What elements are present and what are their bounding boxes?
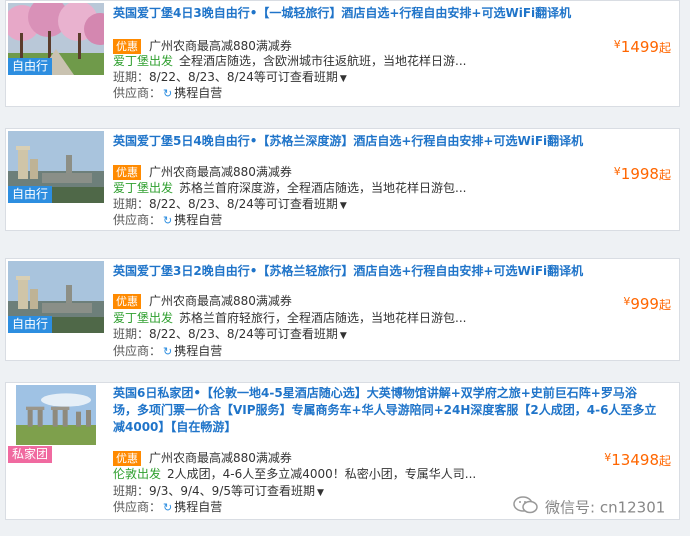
promo-text: 广州农商最高减880满减券 <box>149 294 292 308</box>
ctrip-logo-icon: ↻ <box>163 501 173 514</box>
price-suffix: 起 <box>658 298 671 312</box>
ctrip-logo-icon: ↻ <box>163 87 173 100</box>
listing-description: 苏格兰首府轻旅行，全程酒店随选，当地花样日游包... <box>179 311 467 325</box>
dates-dropdown[interactable]: 8/22、8/23、8/24等可订查看班期 <box>149 197 338 211</box>
promo-badge: 优惠 <box>113 451 141 466</box>
departure-city: 爱丁堡出发 <box>113 181 174 195</box>
supplier-name: 携程自营 <box>174 500 223 514</box>
promo-text: 广州农商最高减880满减券 <box>149 451 292 465</box>
price[interactable]: ¥1998起 <box>614 165 671 183</box>
listing-thumbnail[interactable]: 自由行 <box>8 261 104 333</box>
tag-free-travel: 自由行 <box>8 316 53 333</box>
price-currency: ¥ <box>613 165 621 178</box>
supplier-label: 供应商： <box>113 344 162 358</box>
dates-dropdown[interactable]: 8/22、8/23、8/24等可订查看班期 <box>149 327 338 341</box>
promo-text: 广州农商最高减880满减券 <box>149 39 292 53</box>
dates-label: 班期： <box>113 70 150 84</box>
caret-down-icon[interactable]: ▼ <box>340 201 347 211</box>
listing-thumbnail[interactable]: 私家团 <box>8 385 104 471</box>
price-suffix: 起 <box>658 168 671 182</box>
tag-free-travel: 自由行 <box>8 58 53 75</box>
price-suffix: 起 <box>658 41 671 55</box>
departure-city: 爱丁堡出发 <box>113 54 174 68</box>
supplier-name: 携程自营 <box>174 213 223 227</box>
listing-thumbnail[interactable]: 自由行 <box>8 131 104 203</box>
wechat-icon <box>513 495 539 521</box>
supplier-label: 供应商： <box>113 500 162 514</box>
supplier-name: 携程自营 <box>174 344 223 358</box>
price-value: 999 <box>630 295 659 313</box>
price-value: 13498 <box>611 451 659 469</box>
listing-title[interactable]: 英国爱丁堡4日3晚自由行•【一城轻旅行】酒店自选+行程自由安排+可选WiFi翻译… <box>113 5 659 22</box>
departure-city: 伦敦出发 <box>113 467 162 481</box>
dates-label: 班期： <box>113 327 150 341</box>
dates-label: 班期： <box>113 484 150 498</box>
ctrip-logo-icon: ↻ <box>163 214 173 227</box>
listing-description: 苏格兰首府深度游，全程酒店随选，当地花样日游包... <box>179 181 467 195</box>
promo-text: 广州农商最高减880满减券 <box>149 165 292 179</box>
promo-badge: 优惠 <box>113 294 141 309</box>
listing-title[interactable]: 英国6日私家团•【伦敦一地4-5星酒店随心选】大英博物馆讲解+双学府之旅+史前巨… <box>113 385 659 436</box>
supplier-label: 供应商： <box>113 213 162 227</box>
listing-description: 全程酒店随选，含欧洲城市往返航班，当地花样日游... <box>179 54 467 68</box>
dates-label: 班期： <box>113 197 150 211</box>
listing-card[interactable]: 自由行 英国爱丁堡4日3晚自由行•【一城轻旅行】酒店自选+行程自由安排+可选Wi… <box>5 0 680 107</box>
stonehenge-photo-icon <box>16 385 96 445</box>
price-currency: ¥ <box>613 38 621 51</box>
listing-description: 2人成团，4-6人至多立减4000！私密小团，专属华人司... <box>167 467 477 481</box>
wechat-watermark: 微信号: cn12301 <box>513 495 665 517</box>
price-value: 1998 <box>620 165 659 183</box>
listing-card[interactable]: 自由行 英国爱丁堡5日4晚自由行•【苏格兰深度游】酒店自选+行程自由安排+可选W… <box>5 128 680 231</box>
promo-badge: 优惠 <box>113 39 141 54</box>
tag-private-tour: 私家团 <box>8 446 53 463</box>
price[interactable]: ¥1499起 <box>614 38 671 56</box>
price-suffix: 起 <box>658 454 671 468</box>
price-value: 1499 <box>620 38 659 56</box>
price[interactable]: ¥13498起 <box>604 451 671 469</box>
ctrip-logo-icon: ↻ <box>163 345 173 358</box>
departure-city: 爱丁堡出发 <box>113 311 174 325</box>
supplier-label: 供应商： <box>113 86 162 100</box>
caret-down-icon[interactable]: ▼ <box>317 488 324 498</box>
dates-dropdown[interactable]: 9/3、9/4、9/5等可订查看班期 <box>149 484 315 498</box>
listing-thumbnail[interactable]: 自由行 <box>8 3 104 75</box>
tag-free-travel: 自由行 <box>8 186 53 203</box>
price[interactable]: ¥999起 <box>623 295 671 313</box>
listing-title[interactable]: 英国爱丁堡5日4晚自由行•【苏格兰深度游】酒店自选+行程自由安排+可选WiFi翻… <box>113 133 659 150</box>
promo-badge: 优惠 <box>113 165 141 180</box>
listing-card[interactable]: 自由行 英国爱丁堡3日2晚自由行•【苏格兰轻旅行】酒店自选+行程自由安排+可选W… <box>5 258 680 361</box>
caret-down-icon[interactable]: ▼ <box>340 74 347 84</box>
supplier-name: 携程自营 <box>174 86 223 100</box>
dates-dropdown[interactable]: 8/22、8/23、8/24等可订查看班期 <box>149 70 338 84</box>
listing-title[interactable]: 英国爱丁堡3日2晚自由行•【苏格兰轻旅行】酒店自选+行程自由安排+可选WiFi翻… <box>113 263 659 280</box>
watermark-text: 微信号: cn12301 <box>545 498 666 517</box>
caret-down-icon[interactable]: ▼ <box>340 331 347 341</box>
